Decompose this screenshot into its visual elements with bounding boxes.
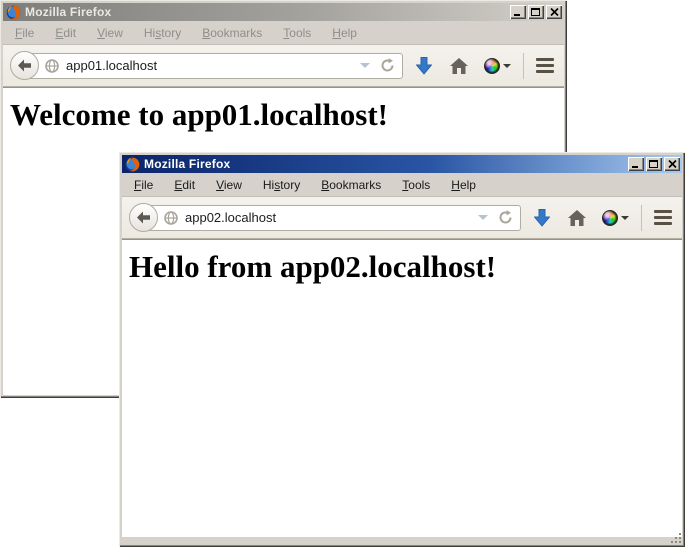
back-arrow-icon [17,59,32,72]
menu-bookmarks[interactable]: Bookmarks [195,24,269,42]
toolbar-buttons [416,53,554,79]
menu-bookmarks[interactable]: Bookmarks [314,176,388,194]
url-text[interactable]: app02.localhost [185,210,478,225]
colorwheel-icon [484,58,500,74]
minimize-button[interactable] [628,157,644,171]
close-button[interactable] [664,157,680,171]
page-content: Hello from app02.localhost! [122,239,682,537]
url-bar[interactable]: app01.localhost [24,53,403,79]
chevron-down-icon [621,216,629,220]
menu-tools[interactable]: Tools [276,24,318,42]
window-title: Mozilla Firefox [144,157,624,171]
toolbar-separator [641,205,642,231]
desktop: { "windows": [ { "title": "Mozilla Firef… [0,0,688,551]
downloads-button[interactable] [534,209,550,227]
colorwheel-extension-button[interactable] [484,58,511,74]
menu-edit[interactable]: Edit [48,24,83,42]
firefox-logo-icon [6,5,21,20]
caption-buttons [510,5,562,19]
firefox-logo-icon [125,157,140,172]
titlebar[interactable]: Mozilla Firefox [3,3,564,21]
menu-hamburger-button[interactable] [654,210,672,225]
firefox-window-app02: Mozilla Firefox File Edit View History B… [119,152,685,547]
history-dropdown-icon[interactable] [360,63,370,68]
history-dropdown-icon[interactable] [478,215,488,220]
toolbar-buttons [534,205,672,231]
back-arrow-icon [136,211,151,224]
home-button[interactable] [568,210,586,226]
window-title: Mozilla Firefox [25,5,506,19]
close-button[interactable] [546,5,562,19]
menu-view[interactable]: View [90,24,130,42]
back-button[interactable] [129,203,158,232]
download-arrow-icon [416,57,432,75]
url-text[interactable]: app01.localhost [66,58,360,73]
page-heading: Hello from app02.localhost! [129,249,682,285]
window-bottom-frame [122,537,682,544]
downloads-button[interactable] [416,57,432,75]
reload-button[interactable] [498,210,513,225]
caption-buttons [628,157,680,171]
titlebar[interactable]: Mozilla Firefox [122,155,682,173]
url-bar[interactable]: app02.localhost [143,205,521,231]
menu-hamburger-button[interactable] [536,58,554,73]
menu-bar: File Edit View History Bookmarks Tools H… [3,21,564,45]
menu-help[interactable]: Help [325,24,364,42]
maximize-button[interactable] [528,5,544,19]
navigation-toolbar: app01.localhost [3,45,564,87]
menu-file[interactable]: File [8,24,41,42]
navigation-toolbar: app02.localhost [122,197,682,239]
menu-history[interactable]: History [256,176,307,194]
resize-grip[interactable] [670,532,682,544]
toolbar-separator [523,53,524,79]
menu-tools[interactable]: Tools [395,176,437,194]
site-globe-icon [164,211,178,225]
menu-bar: File Edit View History Bookmarks Tools H… [122,173,682,197]
menu-help[interactable]: Help [444,176,483,194]
menu-view[interactable]: View [209,176,249,194]
home-button[interactable] [450,58,468,74]
colorwheel-extension-button[interactable] [602,210,629,226]
back-button[interactable] [10,51,39,80]
home-icon [568,210,586,226]
colorwheel-icon [602,210,618,226]
minimize-button[interactable] [510,5,526,19]
home-icon [450,58,468,74]
menu-history[interactable]: History [137,24,188,42]
menu-edit[interactable]: Edit [167,176,202,194]
maximize-button[interactable] [646,157,662,171]
site-globe-icon [45,59,59,73]
download-arrow-icon [534,209,550,227]
page-heading: Welcome to app01.localhost! [10,97,564,133]
menu-file[interactable]: File [127,176,160,194]
reload-button[interactable] [380,58,395,73]
chevron-down-icon [503,64,511,68]
